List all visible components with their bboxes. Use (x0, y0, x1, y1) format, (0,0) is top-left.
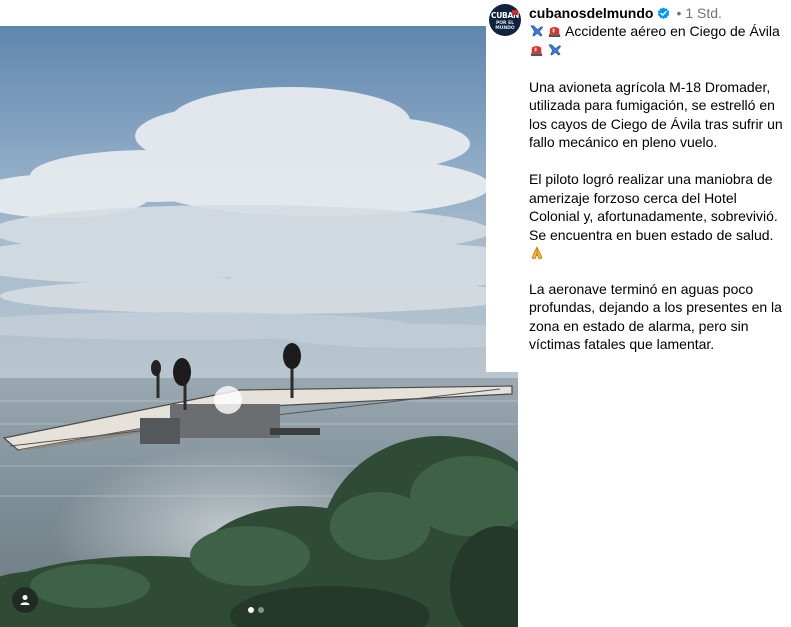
separator-dot: • (676, 5, 682, 21)
carousel-indicator (248, 607, 264, 613)
carousel-dot-2 (258, 607, 264, 613)
caption-paragraph-with-emoji: El piloto logró realizar una maniobra de… (529, 170, 784, 261)
caption-panel: CUBAN POR EL MUNDO cubanosdelmundo • 1 S… (486, 0, 791, 372)
airplane-icon (530, 25, 543, 37)
avatar[interactable]: CUBAN POR EL MUNDO (489, 4, 521, 36)
folded-hands-icon (531, 246, 543, 260)
caption-paragraph: Una avioneta agrícola M-18 Dromader, uti… (529, 78, 783, 151)
flag-icon (512, 10, 518, 15)
carousel-dot-1 (248, 607, 254, 613)
siren-icon (530, 45, 543, 56)
caption-title-line: Accidente aéreo en Ciego de Ávila (529, 22, 784, 59)
avatar-text-bottom: POR EL MUNDO (495, 21, 515, 31)
caption-title: Accidente aéreo en Ciego de Ávila (565, 23, 780, 39)
post-time[interactable]: 1 Std. (685, 5, 722, 21)
post-caption: Accidente aéreo en Ciego de Ávila Una av… (529, 22, 784, 372)
username-link[interactable]: cubanosdelmundo (529, 5, 653, 21)
plane-crash-photo (0, 26, 518, 627)
tagged-users-button[interactable] (12, 587, 38, 613)
caption-paragraph: El piloto logró realizar una maniobra de… (529, 171, 778, 243)
post-header: cubanosdelmundo • 1 Std. (529, 5, 722, 21)
verified-badge-icon (658, 6, 670, 19)
person-icon (20, 595, 30, 605)
post-photo[interactable] (0, 26, 518, 627)
caption-paragraph: La aeronave terminó en aguas poco profun… (529, 280, 782, 353)
airplane-icon (548, 44, 561, 55)
siren-icon (548, 27, 561, 38)
